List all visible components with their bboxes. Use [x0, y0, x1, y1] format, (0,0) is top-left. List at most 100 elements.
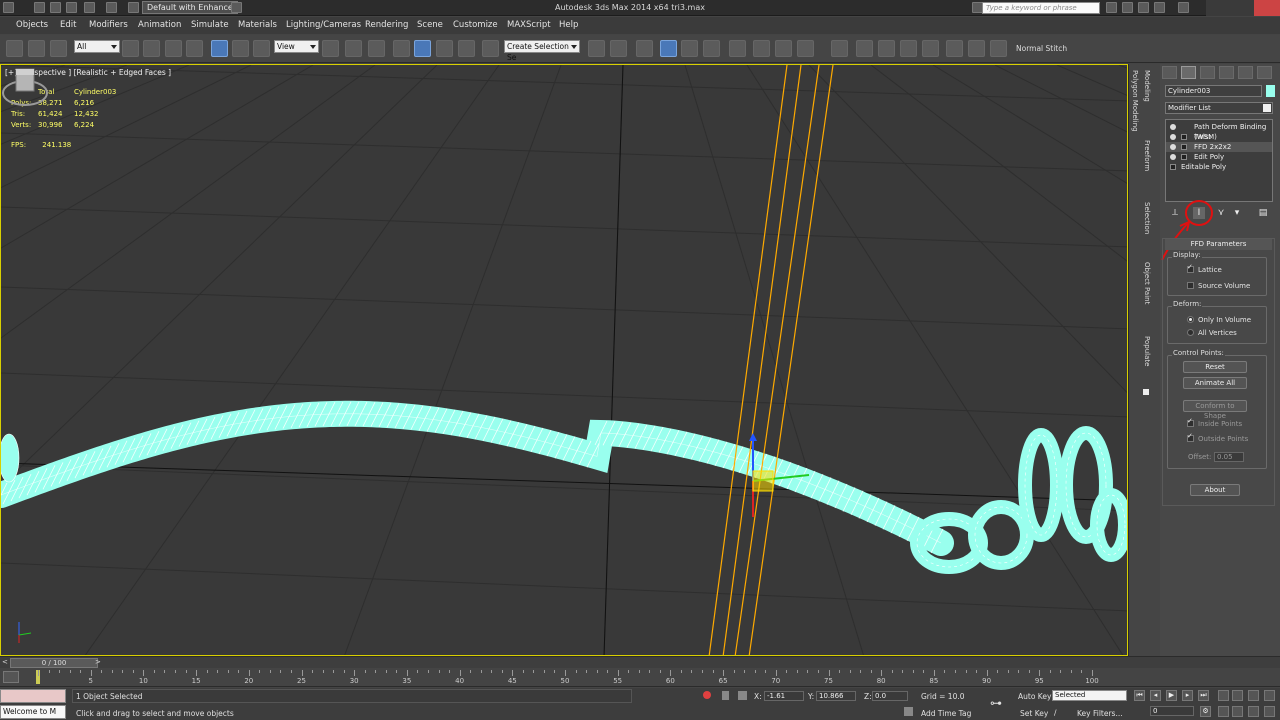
select-and-rotate-icon[interactable] — [232, 40, 249, 57]
utilities-tab-icon[interactable] — [1257, 66, 1272, 79]
subscription-icon[interactable] — [1122, 2, 1133, 13]
object-color-swatch[interactable] — [1266, 85, 1275, 97]
viewport-scene[interactable] — [1, 65, 1128, 656]
time-slider[interactable]: 0 / 100 — [10, 658, 98, 668]
key-mode-dropdown[interactable]: Selected — [1052, 690, 1127, 701]
tab-selection[interactable]: Selection — [1143, 202, 1151, 234]
rope-mesh[interactable] — [1, 400, 954, 556]
menu-customize[interactable]: Customize — [453, 20, 498, 30]
absolute-mode-transform-icon[interactable] — [738, 691, 747, 700]
modify-tab-icon[interactable] — [1181, 66, 1196, 79]
menu-lighting-cameras[interactable]: Lighting/Cameras — [286, 20, 361, 30]
current-frame-field[interactable]: 0 — [1150, 706, 1194, 716]
minimize-button[interactable] — [1206, 0, 1230, 16]
viewcube-icon[interactable] — [1, 65, 49, 109]
tab-polygon-modeling[interactable]: Polygon Modeling — [1131, 70, 1139, 132]
zoom-icon[interactable] — [1218, 690, 1229, 701]
selection-filter-dropdown[interactable]: All — [74, 40, 120, 53]
track-bar[interactable]: 5 10 15 20 25 30 35 40 45 50 55 60 65 70 75 80 85 90 95 100 — [0, 668, 1280, 687]
curve-editor-icon[interactable] — [681, 40, 698, 57]
display-tab-icon[interactable] — [1238, 66, 1253, 79]
pivot-center-icon[interactable] — [322, 40, 339, 57]
modifier-on-icon[interactable] — [1170, 154, 1176, 160]
select-and-move-icon[interactable] — [211, 40, 228, 57]
zoom-all-icon[interactable] — [1232, 690, 1243, 701]
gizmo-plane-handle[interactable] — [752, 470, 774, 492]
all-vertices-radio[interactable] — [1187, 329, 1194, 336]
perspective-viewport[interactable]: [+] [Perspective ] [Realistic + Edged Fa… — [0, 64, 1128, 656]
expand-icon[interactable] — [1181, 134, 1187, 140]
time-tag-icon[interactable] — [904, 707, 913, 716]
go-to-start-icon[interactable]: ⏮ — [1134, 690, 1145, 701]
go-to-end-icon[interactable]: ⏭ — [1198, 690, 1209, 701]
modifier-on-icon[interactable] — [1170, 124, 1176, 130]
ffd-parameters-title[interactable]: FFD Parameters — [1165, 239, 1272, 250]
bind-space-warp-icon[interactable] — [50, 40, 67, 57]
orbit-icon[interactable] — [1248, 706, 1259, 717]
next-frame-icon[interactable]: ▸ — [1182, 690, 1193, 701]
z-coord-field[interactable]: 0.0 — [872, 691, 908, 701]
selection-lock-icon[interactable] — [722, 691, 729, 700]
menu-maxscript[interactable]: MAXScript — [507, 20, 551, 30]
sparkle-icon[interactable] — [922, 40, 939, 57]
reset-button[interactable]: Reset — [1183, 361, 1247, 373]
stack-item-twist[interactable]: Twist — [1166, 132, 1272, 142]
only-in-volume-radio[interactable] — [1187, 316, 1194, 323]
new-file-icon[interactable] — [34, 2, 45, 13]
menu-edit[interactable]: Edit — [60, 20, 76, 30]
menu-scene[interactable]: Scene — [417, 20, 443, 30]
stack-item-ffd[interactable]: FFD 2x2x2 — [1166, 142, 1272, 152]
tab-object-paint[interactable]: Object Paint — [1143, 262, 1151, 304]
menu-animation[interactable]: Animation — [138, 20, 181, 30]
maximize-button[interactable] — [1230, 0, 1254, 16]
expand-icon[interactable] — [1181, 144, 1187, 150]
normal-stitch-label[interactable]: Normal Stitch — [1016, 44, 1067, 53]
spinner-snap-icon[interactable] — [458, 40, 475, 57]
stack-item-path-deform[interactable]: Path Deform Binding (WSM) — [1166, 122, 1272, 141]
select-by-name-icon[interactable] — [143, 40, 160, 57]
material-editor-icon[interactable] — [729, 40, 746, 57]
create-tab-icon[interactable] — [1162, 66, 1177, 79]
field-of-view-icon[interactable] — [1218, 706, 1229, 717]
expand-icon[interactable] — [1181, 154, 1187, 160]
mode-a-icon[interactable] — [946, 40, 963, 57]
configure-modifier-sets-icon[interactable]: ▤ — [1257, 207, 1269, 219]
named-selection-dropdown[interactable]: Create Selection Se — [504, 40, 580, 62]
help-icon[interactable] — [1178, 2, 1189, 13]
time-slider-bar[interactable]: < 0 / 100 > — [0, 656, 1280, 668]
time-config-icon[interactable]: ⚙ — [1200, 706, 1211, 717]
rectangular-selection-icon[interactable] — [165, 40, 182, 57]
select-object-icon[interactable] — [122, 40, 139, 57]
set-key-button[interactable]: Set Key — [1020, 709, 1048, 718]
x-coord-field[interactable]: -1.61 — [764, 691, 804, 701]
inside-points-checkbox[interactable] — [1187, 417, 1194, 427]
percent-snap-icon[interactable] — [436, 40, 453, 57]
pan-view-icon[interactable] — [1232, 706, 1243, 717]
render-production-icon[interactable] — [797, 40, 814, 57]
redo-icon[interactable] — [106, 2, 117, 13]
object-name-field[interactable]: Cylinder003 — [1165, 85, 1262, 97]
maxscript-listener-output[interactable]: Welcome to M — [0, 705, 66, 719]
add-time-tag[interactable]: Add Time Tag — [921, 709, 971, 718]
tab-populate[interactable]: Populate — [1143, 336, 1151, 366]
tab-modeling[interactable]: Modeling — [1143, 70, 1151, 102]
isolate-selection-icon[interactable] — [703, 691, 711, 699]
hierarchy-tab-icon[interactable] — [1200, 66, 1215, 79]
particle-icon[interactable] — [900, 40, 917, 57]
window-crossing-icon[interactable] — [186, 40, 203, 57]
time-slider-next-icon[interactable]: > — [95, 658, 101, 666]
stack-item-edit-poly[interactable]: Edit Poly — [1166, 152, 1272, 162]
sphere-icon[interactable] — [856, 40, 873, 57]
key-filters-button[interactable]: Key Filters... — [1077, 709, 1123, 718]
render-setup-icon[interactable] — [753, 40, 770, 57]
conform-to-shape-button[interactable]: Conform to Shape — [1183, 400, 1247, 420]
link-icon[interactable] — [6, 40, 23, 57]
menu-modifiers[interactable]: Modifiers — [89, 20, 128, 30]
select-and-scale-icon[interactable] — [253, 40, 270, 57]
communication-icon[interactable] — [1138, 2, 1149, 13]
keyboard-shortcut-override-icon[interactable] — [368, 40, 385, 57]
stack-item-editable-poly[interactable]: Editable Poly — [1166, 162, 1272, 172]
mirror-icon[interactable] — [588, 40, 605, 57]
menu-help[interactable]: Help — [559, 20, 578, 30]
time-slider-prev-icon[interactable]: < — [2, 658, 8, 666]
